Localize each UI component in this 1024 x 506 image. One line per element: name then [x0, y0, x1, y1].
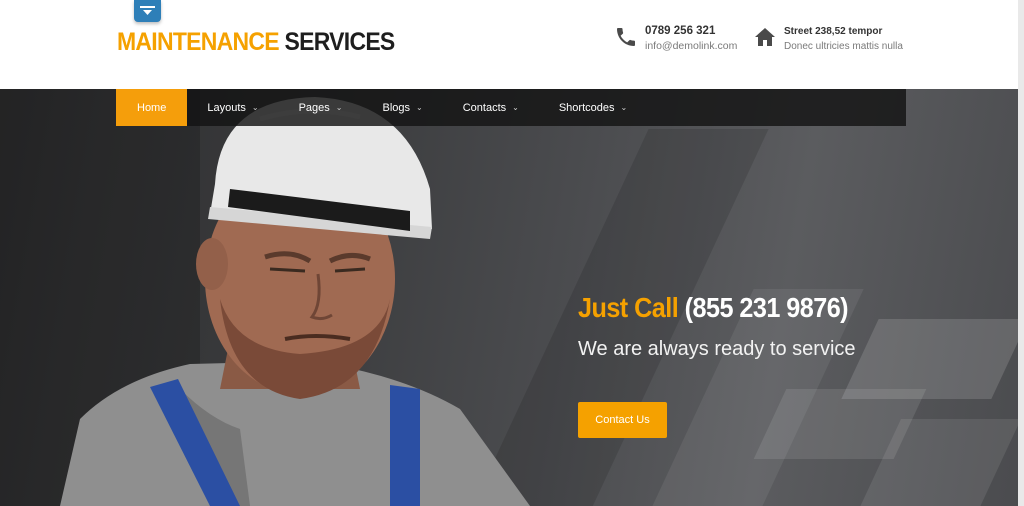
header-phone-contact: 0789 256 321 info@demolink.com	[614, 24, 737, 54]
worker-photo	[60, 97, 530, 506]
phone-icon	[617, 28, 635, 46]
hero-banner: Home Layouts ⌄ Pages ⌄ Blogs ⌄ Contacts …	[0, 89, 1024, 506]
hero-title-accent: Just Call	[578, 292, 679, 323]
main-nav: Home Layouts ⌄ Pages ⌄ Blogs ⌄ Contacts …	[116, 89, 906, 126]
chevron-down-icon: ⌄	[416, 103, 423, 112]
nav-pages[interactable]: Pages ⌄	[279, 89, 363, 126]
home-icon	[755, 28, 775, 46]
header-address-contact: Street 238,52 tempor Donec ultricies mat…	[753, 24, 903, 54]
hero-subtitle: We are always ready to service	[578, 338, 856, 360]
header-address-line2: Donec ultricies mattis nulla	[784, 41, 903, 52]
logo-word-maintenance: MAINTENANCE	[117, 28, 280, 56]
logo-badge[interactable]	[134, 0, 161, 22]
nav-layouts-label: Layouts	[207, 101, 246, 114]
header-email[interactable]: info@demolink.com	[645, 39, 737, 54]
nav-shortcodes-label: Shortcodes	[558, 101, 615, 114]
nav-layouts[interactable]: Layouts ⌄	[187, 89, 278, 126]
chevron-down-icon: ⌄	[512, 103, 519, 112]
logo-arrow-icon	[140, 6, 155, 15]
nav-contacts[interactable]: Contacts ⌄	[443, 89, 539, 126]
nav-pages-label: Pages	[298, 101, 330, 114]
site-logo[interactable]: MAINTENANCE SERVICES	[117, 28, 395, 57]
page-scroll-edge	[1018, 0, 1024, 506]
nav-blogs[interactable]: Blogs ⌄	[362, 89, 442, 126]
nav-blogs-label: Blogs	[382, 101, 411, 114]
hero-title: Just Call (855 231 9876)	[578, 292, 849, 324]
header-address-line1: Street 238,52 tempor	[784, 26, 883, 37]
nav-contacts-label: Contacts	[462, 101, 507, 114]
chevron-down-icon: ⌄	[620, 103, 628, 112]
site-header: MAINTENANCE SERVICES 0789 256 321 info@d…	[0, 0, 1024, 89]
chevron-down-icon: ⌄	[251, 103, 259, 112]
contact-us-button[interactable]: Contact Us	[578, 402, 667, 438]
nav-home[interactable]: Home	[116, 89, 188, 126]
chevron-down-icon: ⌄	[335, 103, 343, 112]
nav-shortcodes[interactable]: Shortcodes ⌄	[539, 89, 647, 126]
logo-word-services: SERVICES	[284, 28, 396, 56]
header-phone-number[interactable]: 0789 256 321	[645, 24, 737, 39]
hero-title-phone[interactable]: (855 231 9876)	[685, 292, 849, 323]
nav-home-label: Home	[137, 101, 167, 114]
